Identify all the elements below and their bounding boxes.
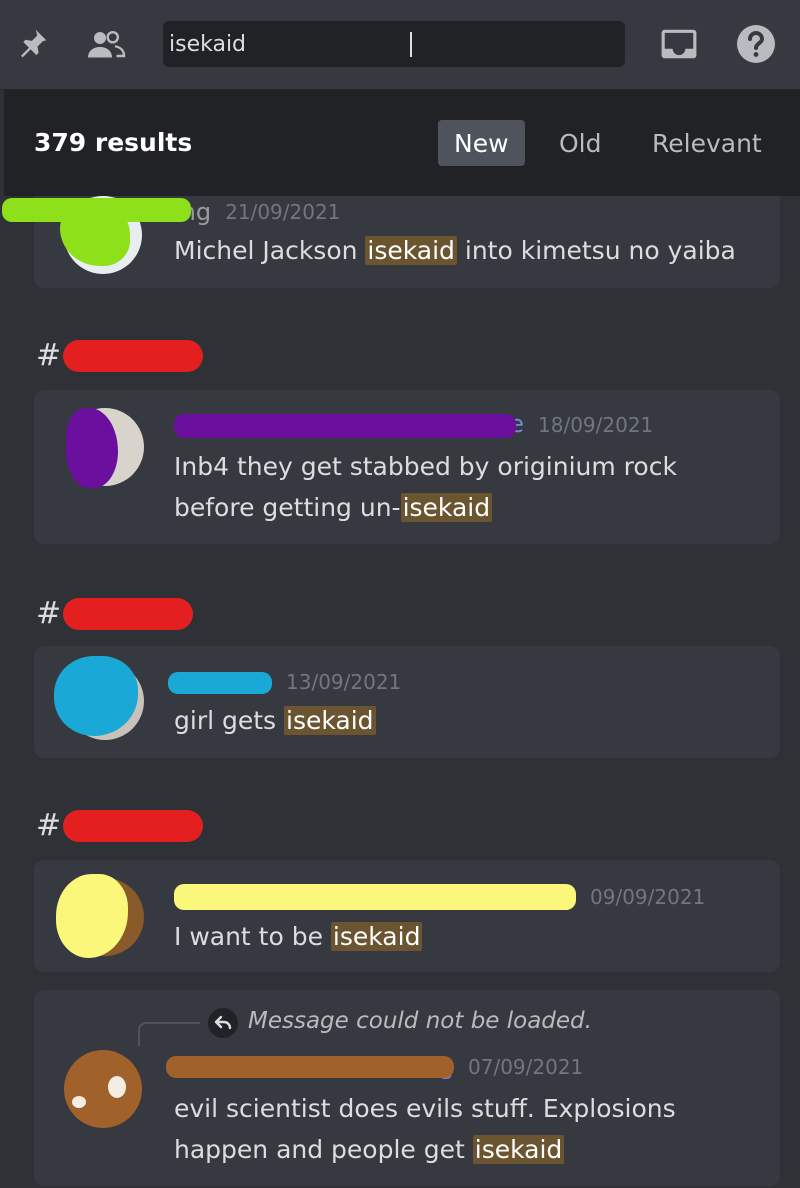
search-result-message[interactable]: e 18/09/2021 Inb4 they get stabbed by or…	[34, 390, 780, 544]
message-author[interactable]: g	[166, 1052, 454, 1082]
message-header: ing 21/09/2021	[2, 198, 341, 226]
message-header: 13/09/2021	[168, 668, 401, 696]
search-highlight: isekaid	[330, 922, 423, 951]
reply-icon	[208, 1008, 238, 1038]
pinned-messages-button[interactable]	[12, 24, 52, 64]
search-input[interactable]	[169, 21, 569, 67]
search-result-message[interactable]: ing 21/09/2021 Michel Jackson isekaid in…	[2, 196, 780, 288]
sort-tab-old[interactable]: Old	[543, 120, 618, 166]
channel-name	[63, 809, 207, 842]
avatar-scribble	[54, 656, 138, 736]
search-highlight: isekaid	[284, 706, 376, 735]
channel-redaction	[63, 597, 194, 630]
channel-hash-icon: #	[36, 596, 62, 631]
avatar[interactable]	[54, 656, 144, 740]
message-content: evil scientist does evils stuff. Explosi…	[174, 1094, 676, 1164]
avatar-scribble	[56, 874, 128, 958]
avatar[interactable]	[64, 1050, 142, 1128]
search-results-header: 379 results New Old Relevant	[4, 90, 800, 196]
search-result-message[interactable]: t 09/09/2021 I want to be isekaid	[34, 860, 780, 972]
channel-header[interactable]: #	[36, 596, 197, 631]
avatar[interactable]	[56, 874, 144, 958]
member-list-button[interactable]	[86, 24, 126, 64]
message-header: e 18/09/2021	[174, 410, 653, 440]
pin-icon	[21, 29, 47, 58]
author-redaction	[2, 198, 192, 222]
message-timestamp: 21/09/2021	[225, 200, 341, 224]
author-redaction	[166, 1056, 454, 1078]
channel-name	[63, 339, 207, 372]
avatar-detail	[72, 1096, 86, 1108]
search-highlight: isekaid	[400, 493, 493, 522]
author-redaction	[168, 672, 272, 694]
search-result-message[interactable]: Message could not be loaded. g 07/09/202…	[34, 990, 780, 1186]
sort-tab-new[interactable]: New	[438, 120, 525, 166]
message-timestamp: 09/09/2021	[590, 885, 706, 909]
search-results-list[interactable]: ing 21/09/2021 Michel Jackson isekaid in…	[0, 196, 800, 1188]
avatar-scribble	[66, 408, 118, 488]
reply-preview[interactable]: Message could not be loaded.	[248, 1008, 592, 1034]
members-icon	[88, 30, 126, 58]
message-author[interactable]: e	[174, 410, 524, 440]
message-content: Inb4 they get stabbed by originium rock …	[174, 452, 677, 522]
avatar[interactable]	[66, 408, 144, 488]
avatar-detail	[108, 1076, 126, 1098]
message-header: t 09/09/2021	[174, 882, 705, 912]
channel-redaction	[63, 339, 204, 372]
message-author[interactable]: t	[174, 882, 576, 912]
channel-header[interactable]: #	[36, 338, 207, 373]
text-caret	[410, 32, 412, 57]
search-highlight: isekaid	[472, 1135, 565, 1164]
channel-header[interactable]: #	[36, 808, 207, 843]
message-timestamp: 07/09/2021	[468, 1055, 584, 1079]
message-author[interactable]	[168, 668, 272, 696]
inbox-button[interactable]	[659, 24, 699, 64]
channel-hash-icon: #	[36, 808, 62, 843]
search-result-message[interactable]: 13/09/2021 girl gets isekaid	[34, 646, 780, 758]
author-redaction	[174, 414, 516, 438]
search-highlight: isekaid	[365, 236, 457, 265]
message-timestamp: 13/09/2021	[286, 670, 402, 694]
message-header: g 07/09/2021	[166, 1052, 584, 1082]
message-content: Michel Jackson isekaid into kimetsu no y…	[174, 236, 736, 265]
channel-redaction	[63, 809, 204, 842]
message-content: girl gets isekaid	[174, 706, 376, 735]
message-content: I want to be isekaid	[174, 922, 423, 951]
message-timestamp: 18/09/2021	[538, 413, 654, 437]
channel-hash-icon: #	[36, 338, 62, 373]
message-author[interactable]: ing	[2, 198, 211, 226]
channel-name	[63, 597, 197, 630]
help-button[interactable]	[736, 24, 776, 64]
top-bar	[0, 0, 800, 90]
results-count: 379 results	[34, 128, 193, 157]
reply-connector	[138, 1022, 200, 1046]
search-box[interactable]	[163, 21, 766, 67]
sort-tab-relevant[interactable]: Relevant	[636, 120, 778, 166]
author-redaction	[174, 884, 576, 910]
help-icon	[737, 25, 775, 63]
inbox-icon	[661, 29, 697, 59]
